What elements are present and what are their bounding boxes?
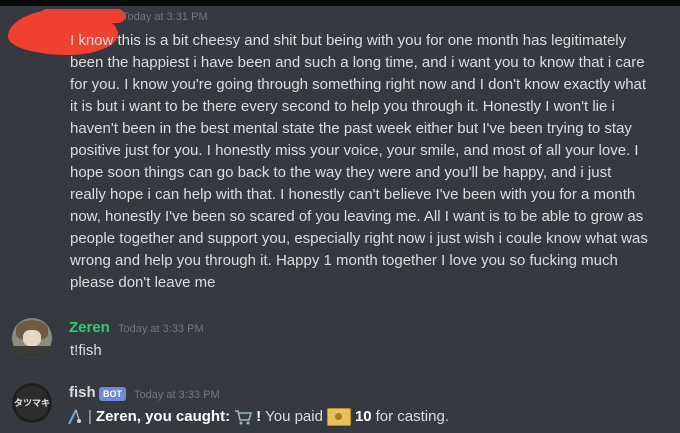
message-content: | Zeren, you caught: ! You paid 10 for c…: [66, 406, 666, 428]
message-timestamp: Today at 3:31 PM: [122, 11, 208, 23]
paid-text: You paid: [265, 408, 323, 425]
avatar-face: [23, 330, 41, 346]
redaction-scribble-tail: [40, 9, 125, 23]
username[interactable]: Zeren: [69, 319, 110, 336]
message-timestamp: Today at 3:33 PM: [134, 389, 220, 401]
username[interactable]: fish: [69, 384, 96, 401]
shopping-cart-emoji-icon: [234, 408, 253, 426]
bot-avatar-logo-icon: タツマキ: [13, 398, 50, 408]
bot-avatar[interactable]: タツマキ: [12, 383, 52, 423]
message-timestamp: Today at 3:33 PM: [118, 323, 204, 335]
message-content: t!fish: [70, 342, 102, 359]
window-top-bar: [0, 0, 680, 6]
fishing-rod-emoji-icon: [66, 408, 84, 426]
avatar[interactable]: [12, 318, 52, 358]
exclaim-text: !: [256, 408, 262, 425]
suffix-text: for casting.: [375, 408, 449, 425]
coin-emoji-icon: [326, 408, 351, 426]
separator: |: [88, 408, 92, 425]
caught-text: Zeren, you caught:: [95, 408, 231, 425]
avatar-coat: [14, 346, 50, 358]
amount-text: 10: [354, 408, 372, 425]
bot-badge: BOT: [99, 387, 126, 401]
message-content: I know this is a bit cheesy and shit but…: [70, 32, 648, 291]
